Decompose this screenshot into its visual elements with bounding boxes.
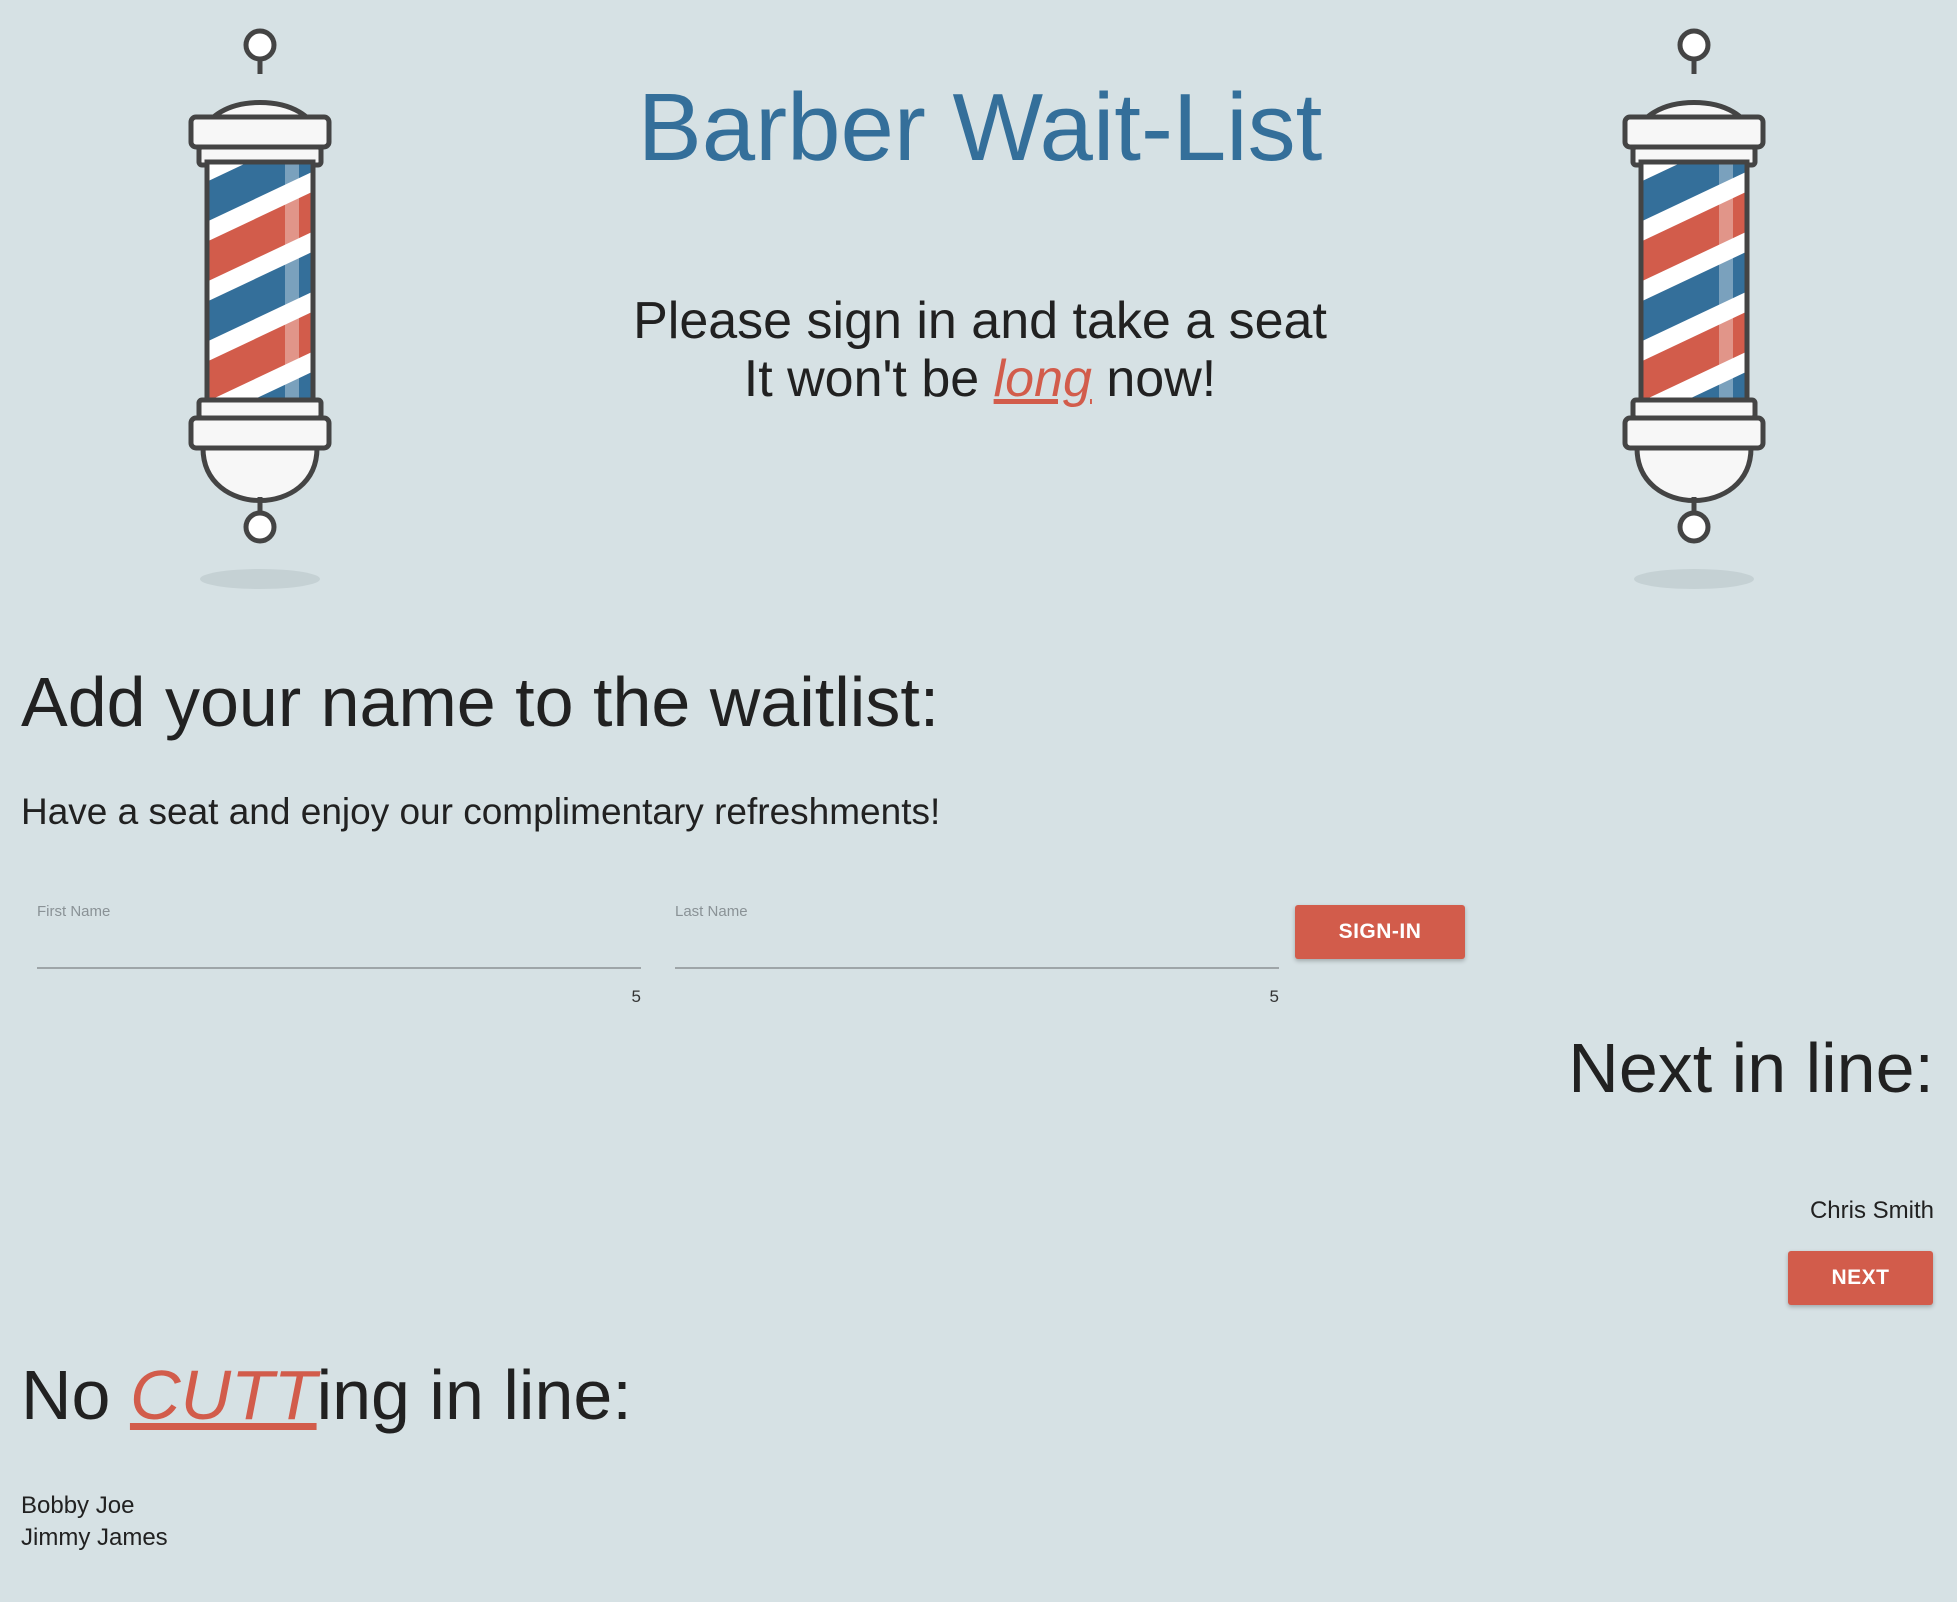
waitlist-form-subtitle: Have a seat and enjoy our complimentary … xyxy=(21,791,941,832)
queue-heading-emphasis: CUTT xyxy=(129,1356,317,1434)
next-button[interactable]: Next xyxy=(1788,1251,1933,1305)
next-in-line-heading: Next in line: xyxy=(1568,1029,1934,1107)
queue-heading-before: No xyxy=(21,1356,130,1434)
first-name-field: First Name 5 xyxy=(37,895,641,1006)
queue-heading-after: ing in line: xyxy=(316,1356,632,1434)
last-name-field: Last Name 5 xyxy=(675,895,1279,1006)
page-header: Barber Wait-List Please sign in and take… xyxy=(560,68,1400,408)
tagline-emphasis: long xyxy=(993,350,1092,408)
list-item: Bobby Joe xyxy=(21,1492,135,1519)
first-name-label: First Name xyxy=(37,903,111,920)
tagline-text-after: now! xyxy=(1091,350,1217,408)
last-name-char-counter: 5 xyxy=(1269,987,1279,1006)
barber-pole-icon xyxy=(1619,22,1769,596)
last-name-input[interactable] xyxy=(675,931,1279,969)
list-item: Jimmy James xyxy=(21,1524,168,1551)
sign-in-button[interactable]: Sign-In xyxy=(1295,905,1465,959)
first-name-input[interactable] xyxy=(37,931,641,969)
next-customer-name: Chris Smith xyxy=(1809,1197,1934,1224)
first-name-char-counter: 5 xyxy=(631,987,641,1006)
tagline-line-1: Please sign in and take a seat xyxy=(633,292,1327,350)
app-title: Barber Wait-List xyxy=(637,74,1323,181)
waitlist-queue: Bobby Joe Jimmy James xyxy=(21,1490,168,1554)
last-name-label: Last Name xyxy=(675,903,748,920)
tagline-text-before: It won't be xyxy=(743,350,994,408)
waitlist-form-heading: Add your name to the waitlist: xyxy=(21,663,940,741)
tagline-line-2: It won't be long now! xyxy=(560,350,1400,408)
tagline: Please sign in and take a seat It won't … xyxy=(560,292,1400,408)
barber-pole-icon xyxy=(185,22,335,596)
queue-heading: No CUTTing in line: xyxy=(21,1355,632,1435)
